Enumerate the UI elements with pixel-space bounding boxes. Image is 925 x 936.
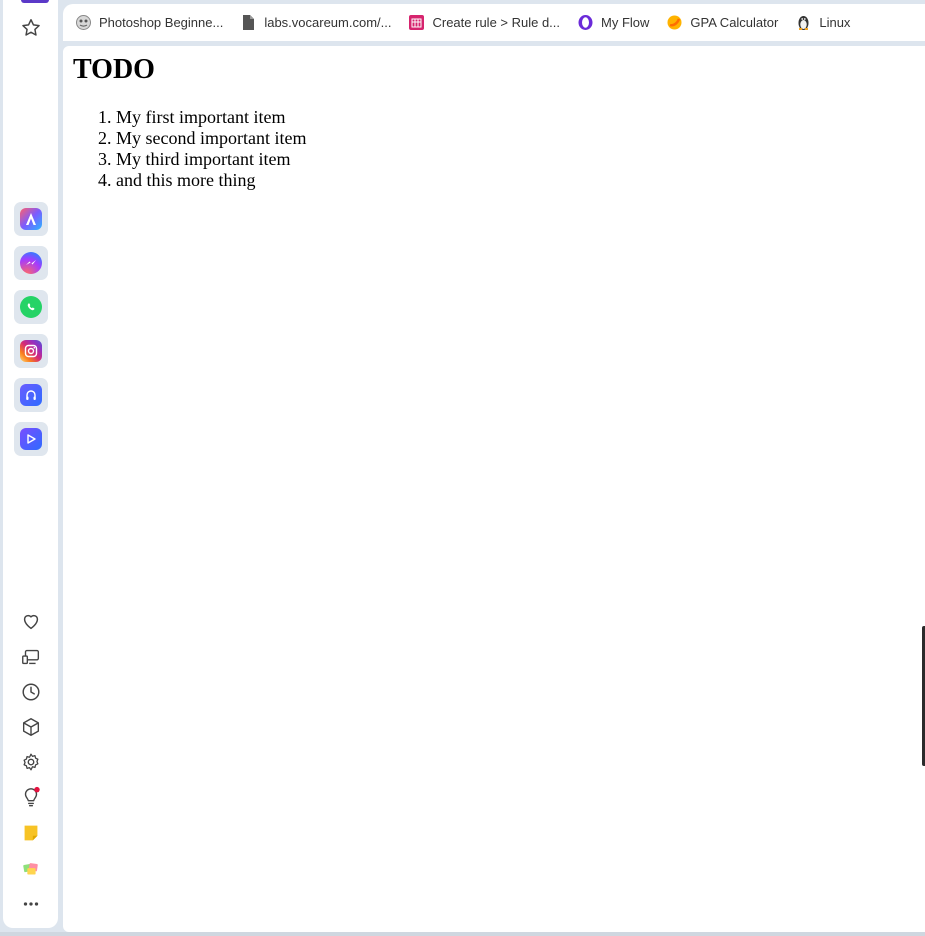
bookmark-label: GPA Calculator [690,15,779,30]
aria-app-button[interactable] [14,202,48,236]
favorites-button[interactable] [14,604,48,638]
gpa-icon [666,14,683,31]
bookmark-linux[interactable]: Linux [795,14,850,31]
aria-icon [20,208,42,230]
heart-icon [23,614,39,630]
settings-button[interactable] [14,745,48,779]
gear-icon [23,753,39,771]
headphones-icon [20,384,42,406]
linux-icon [795,14,812,31]
page-content: TODO My first important item My second i… [63,46,925,932]
sticky-note-icon [24,825,38,841]
star-icon [22,19,40,36]
bookmark-vocareum[interactable]: labs.vocareum.com/... [240,14,391,31]
extensions-button[interactable] [14,710,48,744]
messenger-app-button[interactable] [14,246,48,280]
photoshop-course-icon [75,14,92,31]
music-player-app-button[interactable] [14,378,48,412]
bookmarks-bar: Photoshop Beginne... labs.vocareum.com/.… [63,4,925,41]
play-icon [20,428,42,450]
bookmark-label: labs.vocareum.com/... [264,15,392,30]
tabs-sync-button[interactable] [14,640,48,674]
instagram-app-button[interactable] [14,334,48,368]
list-item: My third important item [116,149,306,170]
bookmark-photoshop[interactable]: Photoshop Beginne... [75,14,223,31]
bookmark-label: Linux [819,15,851,30]
tabs-sync-icon [22,649,40,665]
list-item: My first important item [116,107,306,128]
history-button[interactable] [14,675,48,709]
list-item: My second important item [116,128,306,149]
bottom-frame [0,932,925,936]
player-app-button[interactable] [14,422,48,456]
pinboard-button[interactable] [14,852,48,886]
pinboard-icon [23,863,38,875]
messenger-icon [20,252,42,274]
notes-button[interactable] [14,816,48,850]
whatsapp-app-button[interactable] [14,290,48,324]
todo-list: My first important item My second import… [76,107,306,191]
bookmark-label: Create rule > Rule d... [432,15,561,30]
whatsapp-icon [20,296,42,318]
tips-button[interactable] [14,780,48,814]
cube-icon [22,718,40,736]
bookmark-label: My Flow [601,15,650,30]
opera-icon [577,14,594,31]
sidebar-top-accent [21,0,49,3]
page-title: TODO [73,54,155,85]
rule-icon [408,14,425,31]
sidebar [3,0,58,928]
bookmarks-star-button[interactable] [14,11,48,45]
list-item: and this more thing [116,170,306,191]
more-button[interactable] [14,887,48,921]
more-icon [23,902,39,906]
history-icon [22,683,40,701]
instagram-icon [20,340,42,362]
lightbulb-icon [24,786,40,807]
bookmark-label: Photoshop Beginne... [99,15,224,30]
bookmark-my-flow[interactable]: My Flow [577,14,649,31]
bookmark-create-rule[interactable]: Create rule > Rule d... [408,14,560,31]
bookmark-gpa-calculator[interactable]: GPA Calculator [666,14,778,31]
document-icon [240,14,257,31]
